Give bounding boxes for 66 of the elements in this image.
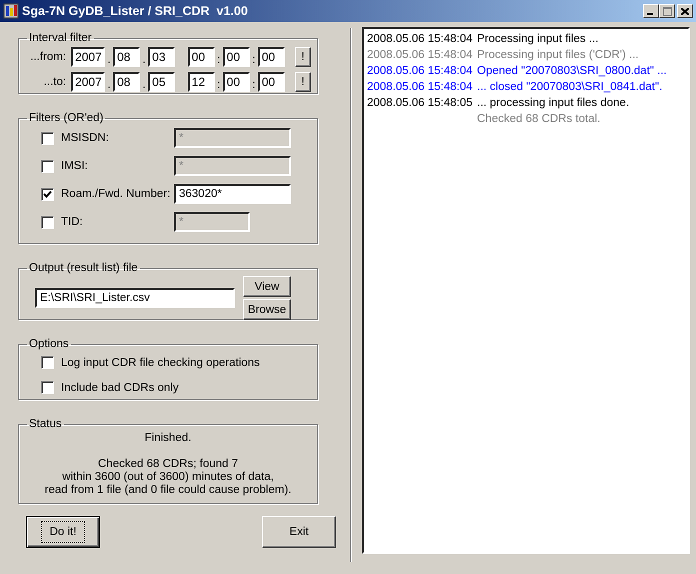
close-icon [681, 8, 689, 14]
group-title: Interval filter [28, 32, 93, 44]
filter-field[interactable]: 363020* [174, 184, 291, 204]
status-text: Checked 68 CDRs; found 7 [98, 458, 238, 471]
group-title: Options [28, 338, 70, 350]
log-time: 2008.05.06 15:48:04 [367, 33, 474, 45]
file-button[interactable]: View [243, 276, 291, 297]
checkbox-label: Roam./Fwd. Number: [61, 188, 172, 200]
status-text: read from 1 file (and 0 file could cause problem). [44, 484, 292, 497]
date-field[interactable]: 2007 [71, 46, 106, 66]
minimize-button[interactable] [643, 4, 659, 18]
group-title: Output (result list) file [28, 262, 139, 274]
group-title: Filters (OR'ed) [28, 112, 104, 124]
date-field[interactable]: 08 [113, 46, 140, 66]
log-message: Opened "20070803\SRI_0800.dat" ... [477, 65, 667, 77]
log-message: ... processing input files done. [477, 97, 630, 109]
date-field[interactable]: 08 [113, 72, 140, 92]
status-text: within 3600 (out of 3600) minutes of data, [62, 471, 274, 484]
checkbox-label: Include bad CDRs only [61, 382, 179, 394]
separator: . [106, 54, 112, 68]
status-text: Finished. [144, 432, 192, 445]
date-field[interactable]: 2007 [71, 72, 106, 92]
separator: . [142, 79, 147, 93]
field-label: ...from: [29, 50, 66, 62]
log-message: Processing input files ('CDR') ... [477, 49, 639, 61]
checkbox[interactable] [41, 356, 54, 369]
checkbox-label: MSISDN: [61, 132, 110, 144]
separator: : [251, 54, 256, 68]
close-button[interactable] [677, 4, 693, 18]
separator: : [216, 54, 222, 68]
file-button[interactable]: Browse [243, 299, 291, 320]
date-field[interactable]: 03 [148, 46, 176, 66]
log-time: 2008.05.06 15:48:04 [367, 81, 474, 93]
maximize-icon [662, 6, 672, 16]
date-field[interactable]: 00 [258, 46, 285, 66]
log-message: Processing input files ... [477, 33, 598, 45]
log-message: ... closed "20070803\SRI_0841.dat". [477, 81, 662, 93]
log-message: Checked 68 CDRs total. [477, 113, 600, 125]
log-time: 2008.05.06 15:48:04 [367, 49, 474, 61]
log-time: 2008.05.06 15:48:05 [367, 97, 474, 109]
separator: . [106, 79, 112, 93]
date-field[interactable]: 12 [188, 72, 215, 92]
date-field[interactable]: 00 [222, 46, 250, 66]
checkbox[interactable] [41, 188, 54, 200]
set-now-button[interactable]: ! [294, 72, 311, 92]
group-title: Status [28, 418, 63, 430]
date-field[interactable]: 00 [258, 72, 285, 92]
date-field[interactable]: 00 [188, 46, 215, 66]
action-button[interactable]: Exit [262, 516, 336, 548]
checkbox-label: Log input CDR file checking operations [61, 356, 260, 368]
checkbox-label: IMSI: [61, 160, 89, 172]
checkbox-label: TID: [61, 216, 84, 228]
date-field[interactable]: 00 [222, 72, 250, 92]
field-label: ...to: [42, 76, 66, 88]
app-icon [3, 3, 19, 19]
log-time: 2008.05.06 15:48:04 [367, 65, 474, 77]
separator: : [216, 79, 222, 93]
file-path-field[interactable]: E:\SRI\SRI_Lister.csv [35, 288, 235, 308]
separator: . [142, 54, 147, 68]
window-title: Sga-7N GyDB_Lister / SRI_CDR v1.00 [22, 4, 249, 18]
date-field[interactable]: 05 [148, 72, 176, 92]
action-button[interactable]: Do it! [26, 516, 100, 548]
maximize-button[interactable] [659, 4, 675, 18]
separator: : [251, 79, 256, 93]
checkbox[interactable] [41, 381, 54, 394]
set-now-button[interactable]: ! [294, 46, 311, 66]
